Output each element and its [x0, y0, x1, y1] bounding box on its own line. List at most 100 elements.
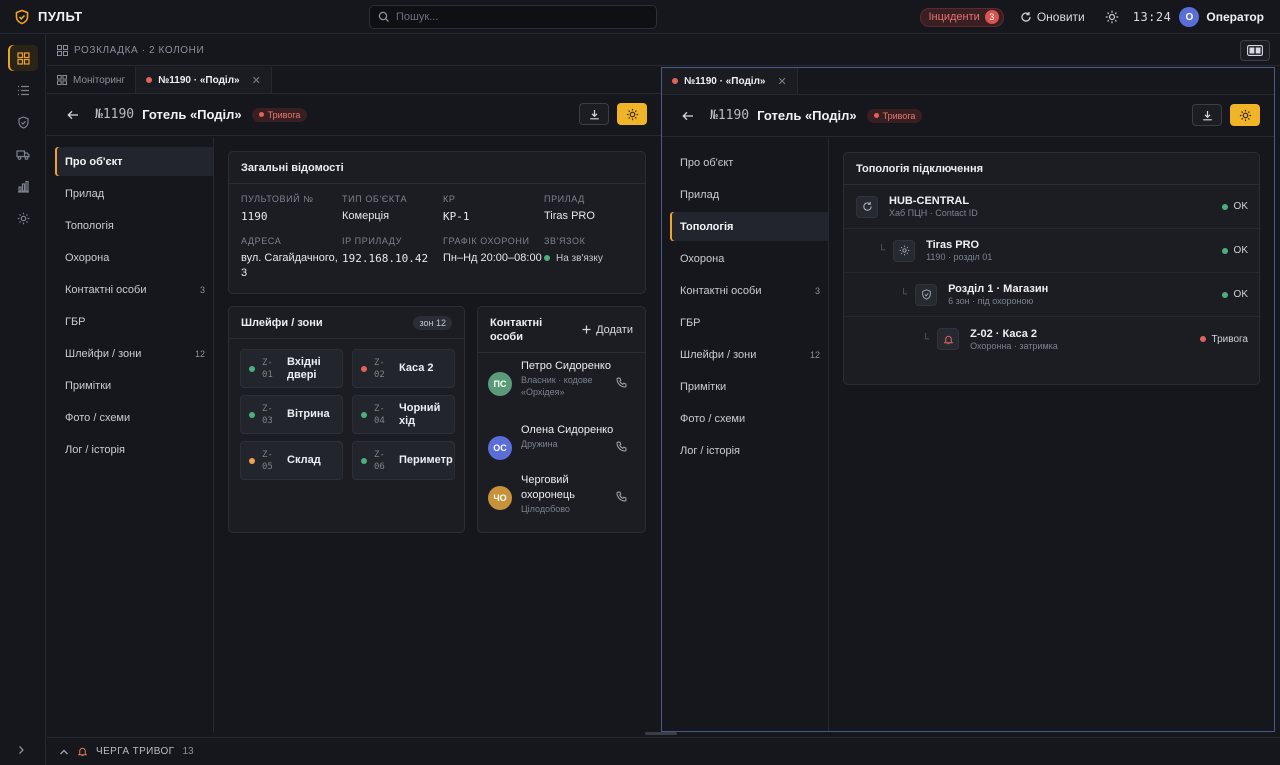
nav-item-device[interactable]: Прилад [670, 180, 828, 209]
avatar: ПС [488, 372, 512, 396]
contact-name: Олена Сидоренко [521, 424, 614, 436]
contact-item[interactable]: ОС Олена Сидоренко Дружина [478, 423, 645, 473]
nav-item-log[interactable]: Лог / історія [55, 435, 213, 464]
phone-icon[interactable] [616, 491, 627, 502]
chevron-up-icon[interactable] [59, 748, 69, 756]
download-button[interactable] [1192, 104, 1222, 126]
field-device: ПРИЛАД Tiras PRO [544, 194, 595, 222]
back-arrow-icon[interactable] [682, 111, 694, 121]
avatar[interactable]: O [1179, 7, 1200, 27]
zone-tile[interactable]: Z-02 Каса 2 [352, 349, 455, 388]
layout-bar: РОЗКЛАДКА · 2 КОЛОНИ [47, 36, 1280, 66]
rail-chart-icon[interactable] [8, 173, 38, 199]
status-indicator: OK [1221, 245, 1248, 256]
contact-item[interactable]: ЧО Черговий охоронець Цілодобово [478, 473, 645, 523]
rail-shield-icon[interactable] [8, 109, 38, 135]
download-button[interactable] [579, 103, 609, 125]
rail-grid-icon[interactable] [8, 45, 38, 71]
clock: 13:24 [1132, 10, 1172, 24]
highlight-button[interactable] [1230, 104, 1260, 126]
nav-item-zones[interactable]: Шлейфи / зони 12 [55, 339, 213, 368]
nav-item-photos[interactable]: Фото / схеми [670, 404, 828, 433]
refresh-button[interactable]: Оновити [1020, 10, 1085, 24]
contact-role: Власник · кодове «Орхідея» [521, 375, 593, 397]
topology-content: Топологія підключення HUB-CENTRAL Хаб ПЦН… [829, 138, 1274, 731]
rail-settings-icon[interactable] [8, 205, 38, 231]
zone-tile[interactable]: Z-06 Периметр [352, 441, 455, 480]
object-number: №1190 [95, 107, 135, 122]
rail-list-icon[interactable] [8, 77, 38, 103]
left-rail [0, 35, 46, 765]
nav-item-contacts[interactable]: Контактні особи 3 [670, 276, 828, 305]
back-arrow-icon[interactable] [67, 110, 79, 120]
nav-item-gbr[interactable]: ГБР [670, 308, 828, 337]
nav-item-security[interactable]: Охорона [55, 243, 213, 272]
zone-tile[interactable]: Z-05 Склад [240, 441, 343, 480]
alarm-queue-bar[interactable]: ЧЕРГА ТРИВОГ 13 [47, 737, 1280, 765]
tab-object-1190[interactable]: №1190 · «Поділ» ✕ [662, 68, 798, 94]
right-pane-body: Про об'єкт Прилад Топологія Охорона Конт… [662, 138, 1274, 731]
status-badge: Тривога [251, 107, 308, 122]
status-indicator: Тривога [1199, 334, 1248, 345]
search-input[interactable] [396, 11, 636, 23]
left-pane-body: Про об'єкт Прилад Топологія Охорона Конт… [47, 137, 661, 732]
nav-item-photos[interactable]: Фото / схеми [55, 403, 213, 432]
close-icon[interactable]: ✕ [778, 75, 787, 88]
topology-node[interactable]: └ Tiras PRO 1190 · розділ 01 OK [844, 229, 1259, 273]
shield-logo-icon [14, 9, 30, 25]
right-tab-strip: №1190 · «Поділ» ✕ [662, 68, 1274, 95]
user-name[interactable]: Оператор [1206, 10, 1264, 24]
nav-item-security[interactable]: Охорона [670, 244, 828, 273]
rail-truck-icon[interactable] [8, 141, 38, 167]
topology-node[interactable]: └ Z-02 · Каса 2 Охоронна · затримка Триво… [844, 317, 1259, 361]
tab-monitoring[interactable]: Моніторинг [47, 67, 137, 93]
field-object-type: ТИП ОБ'ЄКТА Комерція [342, 194, 408, 222]
split-view-button[interactable] [1240, 40, 1270, 61]
status-dot [1199, 336, 1206, 342]
zone-tile[interactable]: Z-04 Чорний хід [352, 395, 455, 434]
nav-item-about[interactable]: Про об'єкт [55, 147, 213, 176]
zone-status-dot [361, 365, 367, 372]
download-icon [589, 109, 600, 120]
add-contact-button[interactable]: Додати [582, 323, 633, 337]
pane-resize-handle[interactable] [645, 732, 677, 735]
nav-item-about[interactable]: Про об'єкт [670, 148, 828, 177]
theme-toggle-sun-icon[interactable] [1105, 10, 1119, 24]
zone-tile[interactable]: Z-03 Вітрина [240, 395, 343, 434]
nav-item-topology[interactable]: Топологія [55, 211, 213, 240]
nav-item-device[interactable]: Прилад [55, 179, 213, 208]
rail-expand-chevron-icon[interactable] [16, 745, 26, 755]
highlight-button[interactable] [617, 103, 647, 125]
incidents-button[interactable]: Інциденти 3 [920, 7, 1004, 27]
nav-item-notes[interactable]: Примітки [670, 372, 828, 401]
tab-object-1190[interactable]: №1190 · «Поділ» ✕ [136, 67, 272, 93]
app-title: ПУЛЬТ [38, 9, 83, 24]
layout-grid-icon [57, 45, 68, 56]
phone-icon[interactable] [616, 377, 627, 388]
contact-item[interactable]: ПС Петро Сидоренко Власник · кодове «Орхі… [478, 359, 645, 409]
brand[interactable]: ПУЛЬТ [0, 9, 200, 25]
zones-count-badge: зон 12 [413, 315, 452, 330]
topology-card: Топологія підключення HUB-CENTRAL Хаб ПЦН… [843, 152, 1260, 385]
nav-item-contacts[interactable]: Контактні особи 3 [55, 275, 213, 304]
field-address: АДРЕСА вул. Сагайдачного, 3 [241, 236, 338, 279]
nav-item-zones[interactable]: Шлейфи / зони 12 [670, 340, 828, 369]
topology-node[interactable]: HUB-CENTRAL Хаб ПЦН · Contact ID OK [844, 185, 1259, 229]
topology-node[interactable]: └ Розділ 1 · Магазин 6 зон · під охороною… [844, 273, 1259, 317]
close-icon[interactable]: ✕ [252, 74, 261, 87]
nav-item-log[interactable]: Лог / історія [670, 436, 828, 465]
tab-label: №1190 · «Поділ» [684, 75, 766, 87]
status-dot [1221, 247, 1228, 254]
object-header: №1190 Готель «Поділ» Тривога [662, 95, 1274, 137]
status-dot [1221, 203, 1228, 210]
contact-role: Дружина [521, 439, 558, 449]
incidents-count-badge: 3 [984, 10, 999, 24]
nav-item-topology[interactable]: Топологія [670, 212, 828, 241]
nav-item-gbr[interactable]: ГБР [55, 307, 213, 336]
search-box[interactable] [369, 5, 657, 29]
nav-item-notes[interactable]: Примітки [55, 371, 213, 400]
zone-tile[interactable]: Z-01 Вхідні двері [240, 349, 343, 388]
phone-icon[interactable] [616, 441, 627, 452]
zones-card-header: Шлейфи / зони зон 12 [229, 307, 464, 339]
sun-icon [1239, 109, 1252, 122]
